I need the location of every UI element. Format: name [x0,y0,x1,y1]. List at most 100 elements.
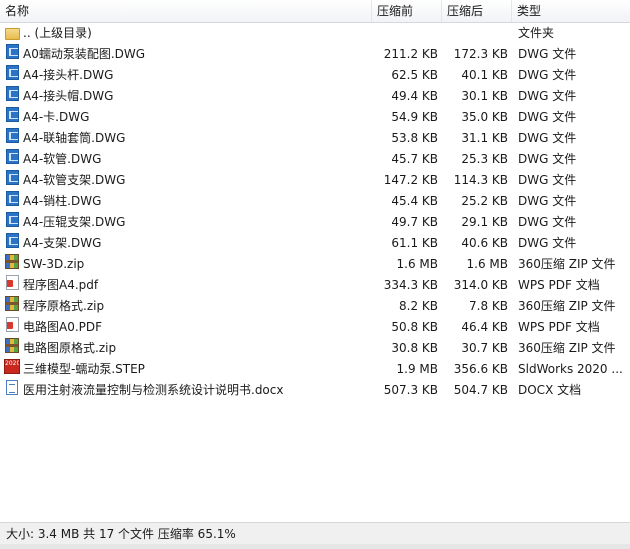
file-type: DOCX 文档 [518,383,582,397]
file-compressed-size: 25.3 KB [461,152,508,166]
file-row[interactable]: 电路图A0.PDF 50.8 KB 46.4 KB WPS PDF 文档 [0,317,630,338]
file-type: DWG 文件 [518,173,577,187]
column-header-row: 名称 压缩前 压缩后 类型 [0,0,630,23]
file-row[interactable]: A4-接头帽.DWG 49.4 KB 30.1 KB DWG 文件 [0,86,630,107]
file-compressed-size: 172.3 KB [453,47,508,61]
file-compressed-size: 114.3 KB [453,173,508,187]
file-row[interactable]: A4-卡.DWG 54.9 KB 35.0 KB DWG 文件 [0,107,630,128]
file-original-size: 50.8 KB [391,320,438,334]
file-name: A4-销柱.DWG [23,194,102,208]
file-original-size: 45.7 KB [391,152,438,166]
file-compressed-size: 1.6 MB [466,257,508,271]
file-name: 程序图A4.pdf [23,278,99,292]
file-original-size: 30.8 KB [391,341,438,355]
file-name: .. (上级目录) [23,26,92,40]
file-compressed-size: 40.6 KB [461,236,508,250]
file-original-size: 1.9 MB [396,362,438,376]
file-type: SldWorks 2020 ... [518,362,623,376]
file-compressed-size: 35.0 KB [461,110,508,124]
zip-file-icon [5,254,19,269]
file-row[interactable]: 医用注射液流量控制与检测系统设计说明书.docx 507.3 KB 504.7 KB… [0,380,630,401]
file-compressed-size: 314.0 KB [453,278,508,292]
file-name: A4-接头杆.DWG [23,68,114,82]
dwg-file-icon [6,128,19,143]
archive-file-list[interactable]: 名称 压缩前 压缩后 类型 .. (上级目录) 文件夹 A0蠕动泵装配图.DWG 21… [0,0,630,522]
file-row[interactable]: A4-联轴套筒.DWG 53.8 KB 31.1 KB DWG 文件 [0,128,630,149]
file-rows: .. (上级目录) 文件夹 A0蠕动泵装配图.DWG 211.2 KB 172.3 KB… [0,23,630,401]
file-compressed-size: 356.6 KB [453,362,508,376]
file-type: DWG 文件 [518,47,577,61]
zip-file-icon [5,296,19,311]
file-row[interactable]: A4-销柱.DWG 45.4 KB 25.2 KB DWG 文件 [0,191,630,212]
bottom-strip [0,544,630,549]
file-row[interactable]: 2020 三维模型-蠕动泵.STEP 1.9 MB 356.6 KB SldWorks … [0,359,630,380]
file-original-size: 8.2 KB [399,299,438,313]
file-type: DWG 文件 [518,236,577,250]
file-row[interactable]: A4-压辊支架.DWG 49.7 KB 29.1 KB DWG 文件 [0,212,630,233]
file-name: A0蠕动泵装配图.DWG [23,47,146,61]
file-row[interactable]: A0蠕动泵装配图.DWG 211.2 KB 172.3 KB DWG 文件 [0,44,630,65]
file-name: A4-联轴套筒.DWG [23,131,126,145]
file-type: 文件夹 [518,26,555,40]
dwg-file-icon [6,149,19,164]
file-row[interactable]: 电路图原格式.zip 30.8 KB 30.7 KB 360压缩 ZIP 文件 [0,338,630,359]
file-compressed-size: 504.7 KB [453,383,508,397]
file-compressed-size: 30.1 KB [461,89,508,103]
file-compressed-size: 29.1 KB [461,215,508,229]
file-original-size: 49.4 KB [391,89,438,103]
file-compressed-size: 31.1 KB [461,131,508,145]
file-type: DWG 文件 [518,215,577,229]
file-original-size: 54.9 KB [391,110,438,124]
file-original-size: 62.5 KB [391,68,438,82]
pdf-file-icon [6,275,19,290]
file-name: A4-卡.DWG [23,110,90,124]
column-header-type[interactable]: 类型 [512,0,630,22]
file-type: WPS PDF 文档 [518,278,600,292]
file-name: 医用注射液流量控制与检测系统设计说明书.docx [23,383,284,397]
file-type: DWG 文件 [518,131,577,145]
column-header-name[interactable]: 名称 [0,0,372,22]
file-original-size: 211.2 KB [383,47,438,61]
file-name: 电路图原格式.zip [23,341,117,355]
file-row[interactable]: SW-3D.zip 1.6 MB 1.6 MB 360压缩 ZIP 文件 [0,254,630,275]
file-name: A4-软管支架.DWG [23,173,126,187]
dwg-file-icon [6,233,19,248]
dwg-file-icon [6,212,19,227]
file-original-size: 507.3 KB [383,383,438,397]
dwg-file-icon [6,86,19,101]
file-compressed-size: 25.2 KB [461,194,508,208]
file-row[interactable]: A4-接头杆.DWG 62.5 KB 40.1 KB DWG 文件 [0,65,630,86]
dwg-file-icon [6,191,19,206]
file-name: A4-接头帽.DWG [23,89,114,103]
column-header-original-size[interactable]: 压缩前 [372,0,442,22]
file-type: 360压缩 ZIP 文件 [518,341,616,355]
file-name: 电路图A0.PDF [23,320,103,334]
file-type: WPS PDF 文档 [518,320,600,334]
parent-directory-row[interactable]: .. (上级目录) 文件夹 [0,23,630,44]
file-compressed-size: 46.4 KB [461,320,508,334]
column-header-compressed-size[interactable]: 压缩后 [442,0,512,22]
file-row[interactable]: A4-软管支架.DWG 147.2 KB 114.3 KB DWG 文件 [0,170,630,191]
file-name: A4-支架.DWG [23,236,102,250]
file-name: 三维模型-蠕动泵.STEP [23,362,145,376]
file-row[interactable]: A4-支架.DWG 61.1 KB 40.6 KB DWG 文件 [0,233,630,254]
file-row[interactable]: 程序图A4.pdf 334.3 KB 314.0 KB WPS PDF 文档 [0,275,630,296]
file-compressed-size: 30.7 KB [461,341,508,355]
file-original-size: 45.4 KB [391,194,438,208]
file-type: 360压缩 ZIP 文件 [518,257,616,271]
file-original-size: 53.8 KB [391,131,438,145]
file-type: DWG 文件 [518,194,577,208]
file-name: SW-3D.zip [23,257,85,271]
step-file-icon: 2020 [4,359,20,374]
file-row[interactable]: 程序原格式.zip 8.2 KB 7.8 KB 360压缩 ZIP 文件 [0,296,630,317]
dwg-file-icon [6,170,19,185]
dwg-file-icon [6,44,19,59]
file-original-size [372,23,438,44]
file-original-size: 61.1 KB [391,236,438,250]
file-compressed-size [442,23,508,44]
file-type: DWG 文件 [518,110,577,124]
dwg-file-icon [6,107,19,122]
folder-icon [5,28,20,40]
file-row[interactable]: A4-软管.DWG 45.7 KB 25.3 KB DWG 文件 [0,149,630,170]
docx-file-icon [6,380,18,395]
